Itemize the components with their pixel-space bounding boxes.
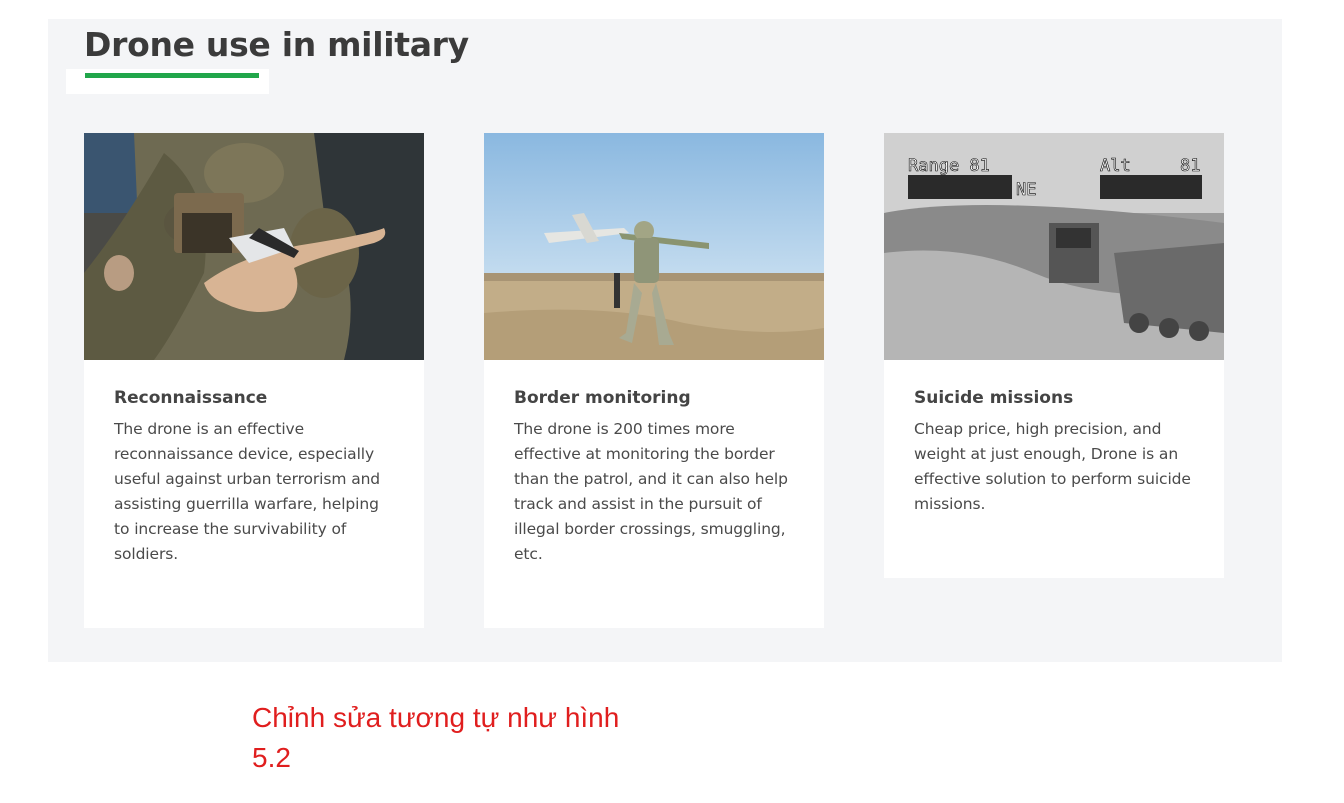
border-monitoring-photo: [484, 133, 824, 360]
hud-alt-value: 81: [1180, 156, 1200, 176]
card-suicide-missions: Range 81 Alt 81 NE Suicide missions Chea…: [884, 133, 1224, 578]
drone-camera-feed-image: Range 81 Alt 81 NE: [884, 133, 1224, 360]
card-text: The drone is 200 times more effective at…: [514, 420, 788, 563]
hud-range-label: Range 81: [908, 156, 990, 176]
card-heading: Border monitoring: [514, 388, 691, 408]
soldier-holding-nano-drone-image: [84, 133, 424, 360]
soldier-launching-drone-image: [484, 133, 824, 360]
section-title: Drone use in military: [84, 25, 469, 64]
card-text: Cheap price, high precision, and weight …: [914, 420, 1191, 513]
hud-alt-label: Alt: [1100, 156, 1131, 176]
card-border-monitoring: Border monitoring The drone is 200 times…: [484, 133, 824, 628]
title-underline: [85, 73, 259, 78]
card-reconnaissance: Reconnaissance The drone is an effective…: [84, 133, 424, 628]
military-section: Drone use in military Reconnaissance The…: [48, 19, 1282, 662]
suicide-missions-photo: Range 81 Alt 81 NE: [884, 133, 1224, 360]
hud-heading: NE: [1016, 180, 1036, 200]
card-heading: Reconnaissance: [114, 388, 268, 408]
reconnaissance-photo: [84, 133, 424, 360]
card-heading: Suicide missions: [914, 388, 1074, 408]
card-text: The drone is an effective reconnaissance…: [114, 420, 381, 563]
edit-note: Chỉnh sửa tương tự như hình 5.2: [252, 702, 620, 773]
